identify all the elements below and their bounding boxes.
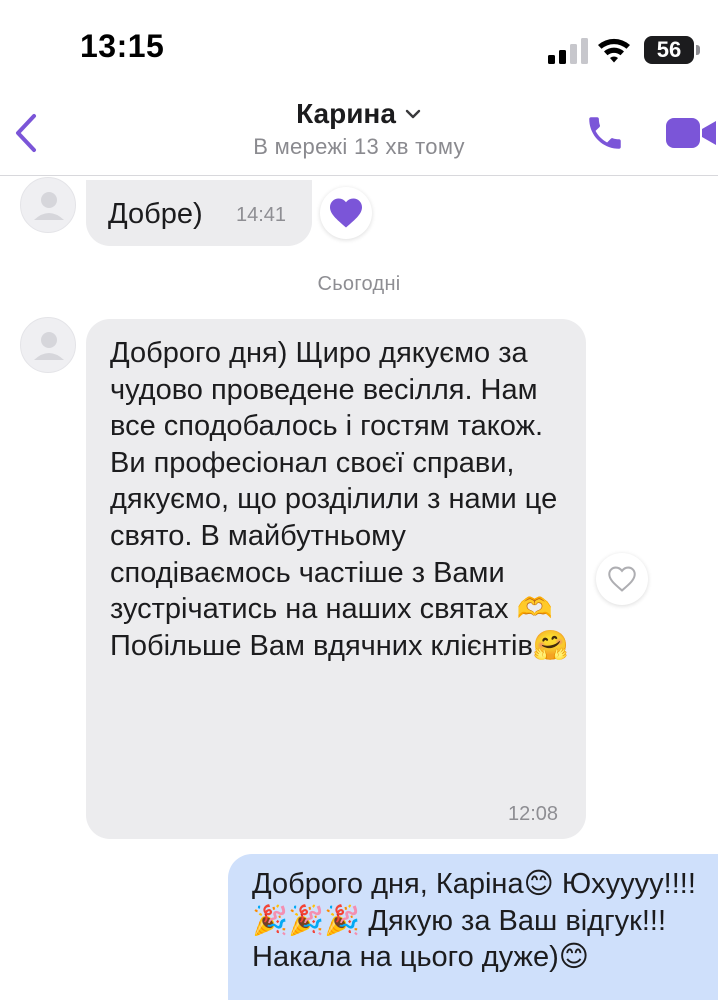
contact-status: В мережі 13 хв тому xyxy=(253,134,465,159)
message-text: Доброго дня, Каріна😊 Юхуууу!!!! 🎉🎉🎉 Дяку… xyxy=(252,868,696,974)
reaction-button[interactable] xyxy=(596,553,648,605)
heart-outline-icon xyxy=(608,566,636,592)
heart-filled-icon xyxy=(330,198,362,228)
back-chevron-icon xyxy=(16,114,36,152)
contact-info[interactable]: Карина В мережі 13 хв тому xyxy=(200,98,518,160)
date-separator: Сьогодні xyxy=(317,273,401,295)
user-placeholder-icon xyxy=(34,332,64,360)
message-bubble-incoming[interactable]: Доброго дня) Щиро дякуємо за чудово пров… xyxy=(86,319,586,839)
message-text: Доброго дня) Щиро дякуємо за чудово пров… xyxy=(110,337,569,662)
phone-icon xyxy=(589,117,621,149)
reaction-button[interactable] xyxy=(320,187,372,239)
status-time: 13:15 xyxy=(80,28,165,64)
contact-avatar[interactable] xyxy=(20,317,76,373)
chat-area[interactable]: Добре) 14:41 Сьогодні Доброго дня) Щиро … xyxy=(0,177,718,1000)
contact-name: Карина xyxy=(296,98,396,129)
chevron-down-icon xyxy=(405,109,421,119)
cellular-signal-icon xyxy=(548,38,588,64)
back-button[interactable] xyxy=(6,108,50,158)
status-bar: 13:15 56 xyxy=(0,0,718,92)
wifi-icon xyxy=(598,38,630,63)
message-time: 12:08 xyxy=(508,803,559,825)
message-text: Добре) xyxy=(108,198,203,230)
user-placeholder-icon xyxy=(34,192,64,220)
message-time: 14:41 xyxy=(236,204,287,226)
chat-header: Карина В мережі 13 хв тому xyxy=(0,92,718,176)
video-call-button[interactable] xyxy=(664,112,718,154)
battery-level: 56 xyxy=(656,37,682,62)
message-bubble-outgoing[interactable]: Доброго дня, Каріна😊 Юхуууу!!!! 🎉🎉🎉 Дяку… xyxy=(228,854,718,1000)
video-camera-icon xyxy=(666,118,716,148)
battery-indicator: 56 xyxy=(644,36,700,64)
message-bubble-incoming[interactable]: Добре) 14:41 xyxy=(86,180,312,246)
call-button[interactable] xyxy=(584,112,626,154)
contact-avatar[interactable] xyxy=(20,177,76,233)
